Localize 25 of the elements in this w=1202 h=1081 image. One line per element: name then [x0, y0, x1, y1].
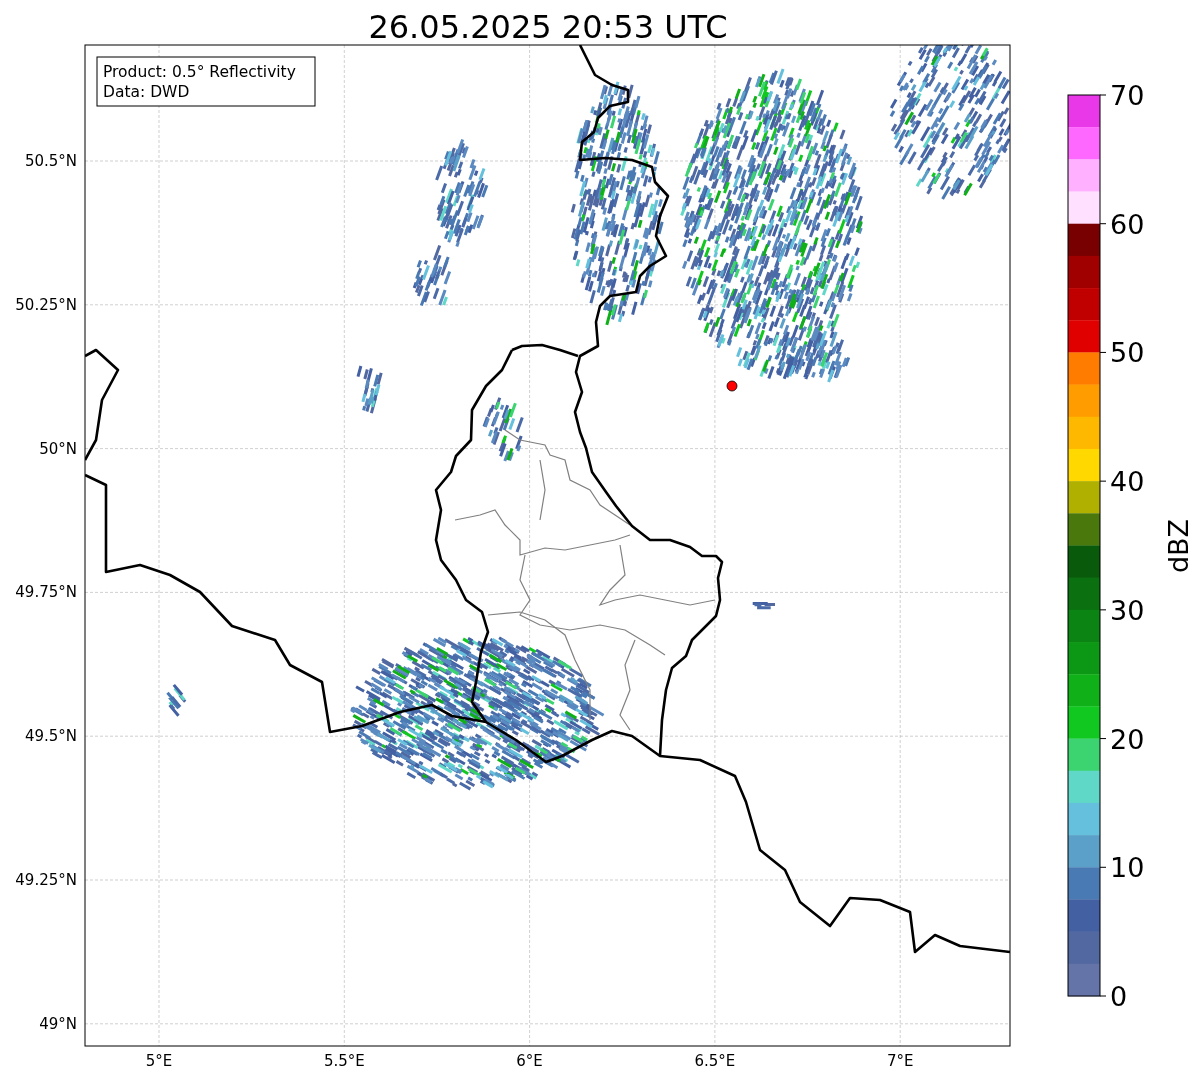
longitude-label: 6°E [516, 1052, 543, 1070]
longitude-label: 6.5°E [694, 1052, 736, 1070]
colorbar-tick-label: 50 [1110, 337, 1145, 369]
info-text: Product: 0.5° Reflectivity [103, 63, 296, 81]
latitude-label: 50.5°N [24, 152, 77, 170]
latitude-label: 50°N [39, 439, 77, 458]
longitude-label: 7°E [886, 1052, 914, 1070]
latitude-label: 49.5°N [24, 727, 77, 746]
colorbar-title: dBZ [1163, 518, 1194, 574]
colorbar-tick-label: 30 [1110, 594, 1145, 626]
colorbar-tick-label: 40 [1110, 466, 1145, 498]
colorbar-tick-label: 70 [1110, 80, 1145, 111]
latitude-label: 49.75°N [15, 583, 77, 602]
longitude-label: 5°E [145, 1052, 173, 1070]
latitude-label: 49.25°N [15, 871, 77, 889]
radar-site-marker [726, 380, 738, 392]
colorbar-tick-label: 60 [1110, 208, 1145, 240]
info-text: Data: DWD [103, 83, 190, 101]
figure-title: 26.05.2025 20:53 UTC [368, 8, 728, 46]
colorbar-tick-label: 10 [1110, 852, 1145, 884]
latitude-label: 49°N [39, 1014, 77, 1033]
colorbar-tick-label: 20 [1110, 723, 1145, 755]
longitude-label: 5.5°E [323, 1052, 365, 1070]
colorbar-tick-label: 0 [1110, 981, 1128, 1012]
latitude-label: 50.25°N [15, 295, 77, 314]
